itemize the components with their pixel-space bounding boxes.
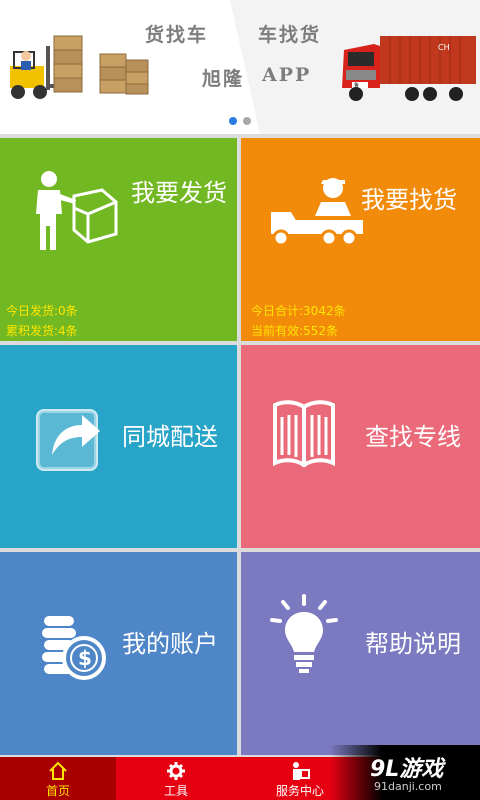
banner-text-cargo-finds-truck: 货找车 bbox=[145, 24, 209, 46]
pager-dot-active[interactable] bbox=[229, 117, 237, 125]
coins-dollar-icon: $ bbox=[42, 616, 106, 680]
banner-text-truck-finds-cargo: 车找货 bbox=[258, 24, 322, 46]
tile-send-cargo[interactable]: 我要发货 今日发货:0条 累积发货:4条 bbox=[0, 138, 237, 341]
red-truck-illustration: CH 鲁 bbox=[342, 36, 476, 101]
tile-city-delivery[interactable]: 同城配送 bbox=[0, 345, 237, 548]
banner-pager[interactable] bbox=[229, 117, 251, 125]
tile-help-title: 帮助说明 bbox=[365, 630, 461, 658]
nav-label-tools: 工具 bbox=[163, 784, 188, 798]
lightbulb-icon bbox=[270, 594, 338, 673]
nav-label-home: 首页 bbox=[45, 784, 70, 798]
tile-find-cargo-title: 我要找货 bbox=[361, 186, 457, 214]
open-book-icon bbox=[273, 400, 335, 467]
home-icon bbox=[48, 760, 68, 782]
svg-text:$: $ bbox=[78, 646, 92, 670]
watermark-logo-text: 9L游戏 bbox=[370, 757, 444, 782]
watermark-url: 91danji.com bbox=[374, 780, 442, 793]
banner-text-brand: 旭隆 bbox=[202, 68, 245, 90]
tile-my-account-title: 我的账户 bbox=[122, 630, 218, 658]
tile-send-cargo-title: 我要发货 bbox=[131, 179, 227, 207]
tile-find-line[interactable]: 查找专线 bbox=[241, 345, 480, 548]
svg-text:CH: CH bbox=[438, 43, 450, 52]
nav-item-home[interactable]: 首页 bbox=[0, 757, 116, 800]
share-arrow-icon bbox=[36, 409, 100, 471]
tile-find-cargo[interactable]: 我要找货 今日合计:3042条 当前有效:552条 bbox=[241, 138, 480, 341]
nav-item-tools[interactable]: 工具 bbox=[116, 757, 236, 800]
tile-my-account[interactable]: $ 我的账户 bbox=[0, 552, 237, 755]
tile-find-line-title: 查找专线 bbox=[365, 423, 461, 451]
banner-text-app: APP bbox=[262, 64, 312, 86]
truck-driver-icon bbox=[271, 178, 363, 247]
gear-icon bbox=[167, 760, 185, 782]
total-sent-stat: 累积发货:4条 bbox=[6, 324, 78, 338]
cargo-boxes-illustration bbox=[53, 35, 149, 95]
today-total-stat: 今日合计:3042条 bbox=[251, 304, 346, 318]
person-with-box-icon bbox=[36, 171, 118, 250]
service-person-icon bbox=[290, 760, 310, 782]
tile-help[interactable]: 帮助说明 bbox=[241, 552, 480, 755]
today-sent-stat: 今日发货:0条 bbox=[6, 304, 78, 318]
site-watermark: 9L游戏 91danji.com bbox=[330, 745, 480, 800]
promo-banner[interactable]: 货找车 车找货 旭隆 APP CH 鲁 bbox=[0, 0, 480, 134]
tile-city-delivery-title: 同城配送 bbox=[122, 423, 218, 451]
nav-label-service-center: 服务中心 bbox=[275, 784, 324, 798]
current-valid-stat: 当前有效:552条 bbox=[251, 324, 338, 338]
pager-dot[interactable] bbox=[243, 117, 251, 125]
